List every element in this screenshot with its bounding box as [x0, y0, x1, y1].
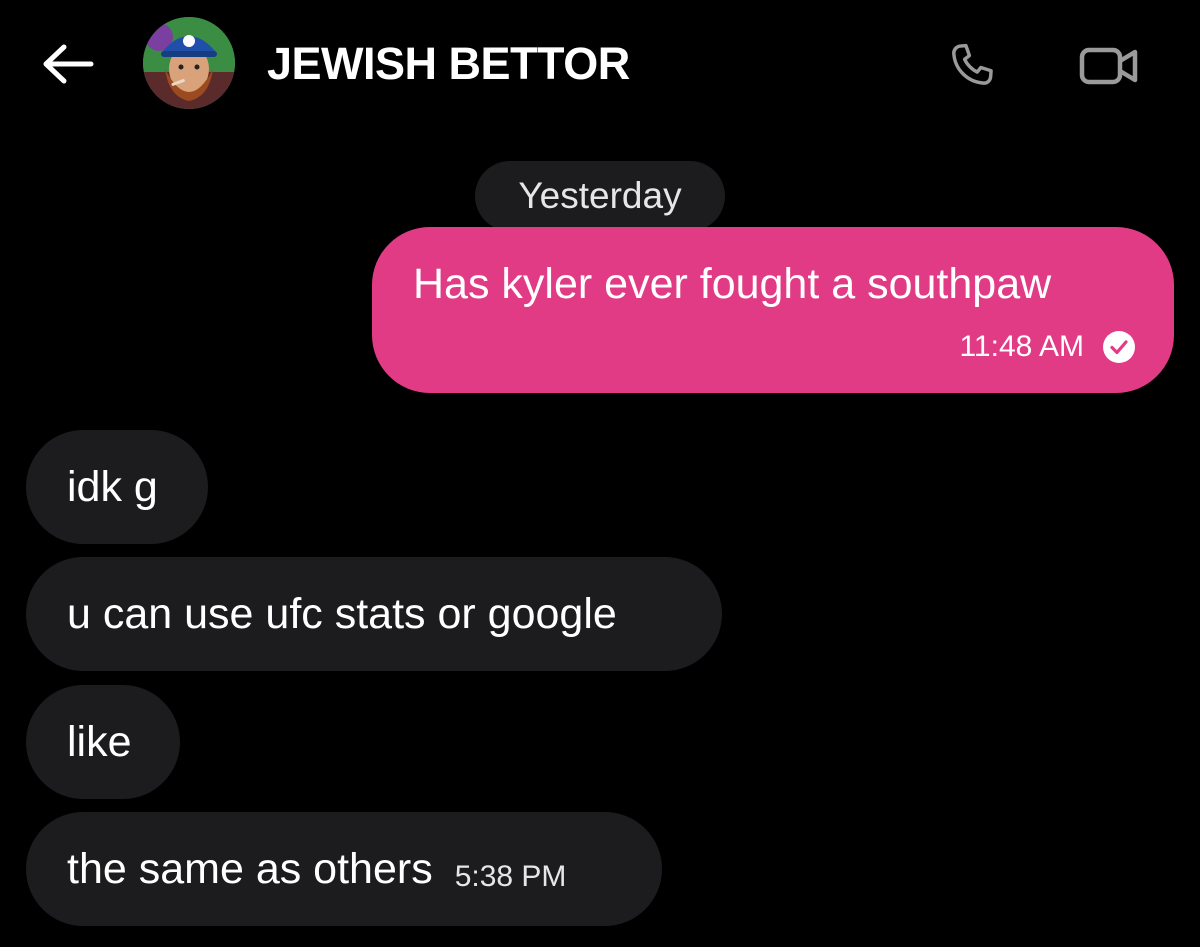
message-text: idk g — [67, 462, 158, 511]
incoming-message[interactable]: like — [26, 685, 180, 799]
video-camera-icon — [1079, 47, 1138, 85]
back-button[interactable] — [38, 36, 98, 92]
outgoing-message[interactable]: Has kyler ever fought a southpaw 11:48 A… — [372, 227, 1174, 393]
incoming-message[interactable]: u can use ufc stats or google — [26, 557, 722, 671]
incoming-message[interactable]: the same as others 5:38 PM — [26, 812, 662, 926]
date-separator: Yesterday — [475, 161, 725, 231]
message-time: 5:38 PM — [454, 860, 567, 893]
chat-header: JEWISH BETTOR — [0, 0, 1200, 130]
incoming-message[interactable]: idk g — [26, 430, 208, 544]
avatar[interactable] — [143, 17, 235, 109]
message-text: like — [67, 717, 132, 766]
message-text: u can use ufc stats or google — [67, 589, 617, 638]
message-text: the same as others — [67, 844, 433, 893]
profile-avatar — [143, 17, 235, 109]
video-call-button[interactable] — [1070, 34, 1148, 98]
message-meta: 11:48 AM — [959, 330, 1136, 364]
read-check-icon — [1103, 331, 1135, 363]
arrow-left-icon — [43, 44, 94, 84]
contact-name[interactable]: JEWISH BETTOR — [267, 38, 630, 90]
message-text: Has kyler ever fought a southpaw — [413, 260, 1052, 308]
phone-icon — [952, 43, 993, 85]
message-time: 11:48 AM — [959, 330, 1084, 363]
call-button[interactable] — [938, 34, 1006, 98]
